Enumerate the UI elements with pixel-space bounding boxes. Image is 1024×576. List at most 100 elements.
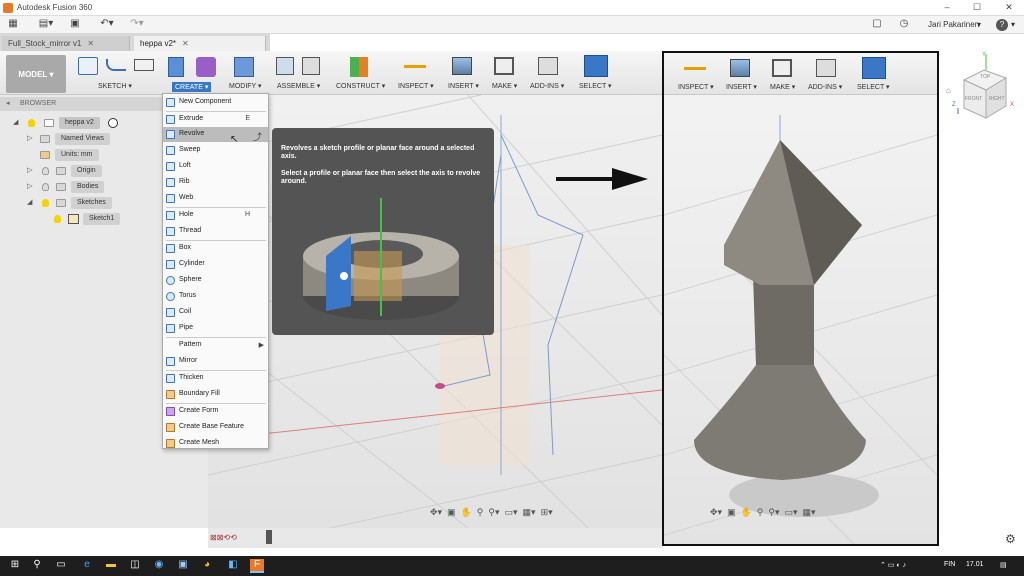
toolbar-construct[interactable]: CONSTRUCT ▾ (336, 82, 385, 90)
clock-time[interactable]: 17.01 (966, 561, 984, 568)
toolbar-add-ins[interactable]: ADD-INS ▾ (530, 82, 564, 90)
close-icon[interactable]: ✕ (1002, 2, 1016, 13)
toolbar-create[interactable]: CREATE ▾ (172, 82, 212, 92)
menu-item-mirror[interactable]: Mirror (163, 354, 268, 369)
start-windows-icon[interactable]: ⊞ (8, 559, 22, 573)
toolbar-sketch[interactable]: SKETCH ▾ (98, 82, 132, 90)
create-sketch-icon[interactable] (78, 57, 98, 75)
help-icon[interactable]: ? (996, 19, 1008, 31)
expand-sketches-icon[interactable]: ◢ (27, 198, 32, 206)
expand-bodies-icon[interactable]: ▷ (27, 182, 32, 190)
user-name[interactable]: Jari Pakarinen (928, 20, 979, 29)
tab-heppa[interactable]: heppa v2* ✕ (134, 36, 266, 51)
orbit-icon[interactable]: ✥▾ (430, 507, 442, 518)
notification-icon[interactable]: ▤ (1000, 561, 1007, 569)
menu-item-hole[interactable]: Hole H (163, 208, 268, 223)
menu-item-create-form[interactable]: Create Form (163, 404, 268, 419)
pin-icon[interactable]: ⤴ (253, 130, 262, 143)
visibility-bulb-icon[interactable] (42, 199, 49, 207)
display-settings-icon[interactable]: ▭▾ (505, 507, 518, 518)
tab-close-icon[interactable]: ✕ (182, 39, 189, 48)
menu-item-thread[interactable]: Thread (163, 224, 268, 239)
rectangle-icon[interactable] (134, 59, 154, 71)
menu-item-cylinder[interactable]: Cylinder (163, 257, 268, 272)
viewports-icon[interactable]: ⊞▾ (541, 507, 553, 518)
visibility-bulb-icon[interactable] (42, 183, 49, 191)
viewcube-front[interactable]: FRONT (965, 96, 982, 102)
data-panel-grid-icon[interactable]: ▦ (6, 18, 20, 31)
menu-item-extrude[interactable]: Extrude E (163, 112, 268, 127)
fit-icon[interactable]: ⚲▾ (488, 507, 499, 518)
minimize-icon[interactable]: – (940, 2, 954, 12)
menu-item-create-base-feature[interactable]: Create Base Feature (163, 420, 268, 435)
expand-named-views-icon[interactable]: ▷ (27, 134, 32, 142)
select-icon[interactable] (584, 55, 608, 77)
measure-icon[interactable] (404, 65, 426, 68)
edge-browser-icon[interactable]: e (80, 559, 94, 573)
menu-item-sphere[interactable]: Sphere (163, 273, 268, 288)
menu-item-rib[interactable]: Rib (163, 175, 268, 190)
app-icon[interactable]: ◉ (152, 559, 166, 573)
menu-item-torus[interactable]: Torus (163, 289, 268, 304)
new-component-icon[interactable] (276, 57, 294, 75)
task-view-icon[interactable]: ▭ (54, 559, 68, 573)
search-icon[interactable]: ⚲ (30, 559, 44, 573)
pan-icon[interactable]: ✋ (461, 507, 472, 518)
app-icon[interactable]: ▣ (176, 559, 190, 573)
menu-item-revolve[interactable]: Revolve ⤴ (163, 127, 268, 142)
undo-icon[interactable]: ↶▾ (96, 18, 118, 31)
menu-item-web[interactable]: Web (163, 191, 268, 206)
help-dropdown-icon[interactable]: ▾ (1011, 20, 1015, 29)
line-icon[interactable] (106, 59, 126, 71)
browser-item-root[interactable]: heppa v2 (59, 117, 100, 129)
visibility-bulb-icon[interactable] (54, 215, 61, 223)
visibility-bulb-icon[interactable] (42, 167, 49, 175)
browser-item-sketches[interactable]: Sketches (71, 197, 112, 209)
activate-radio-icon[interactable] (108, 118, 118, 128)
app-icon[interactable]: ◧ (226, 559, 240, 573)
toolbar-select[interactable]: SELECT ▾ (579, 82, 612, 90)
workspace-switcher[interactable]: MODEL ▾ (6, 55, 66, 93)
expand-root-icon[interactable]: ◢ (13, 118, 18, 126)
toolbar-insert[interactable]: INSERT ▾ (448, 82, 479, 90)
menu-item-pipe[interactable]: Pipe (163, 321, 268, 336)
file-explorer-icon[interactable]: ▬ (104, 559, 118, 573)
fusion-taskbar-icon[interactable]: F (250, 559, 264, 573)
timeline-marker[interactable] (266, 530, 272, 544)
origin-point[interactable] (435, 383, 445, 389)
viewcube-right[interactable]: RIGHT (989, 96, 1005, 102)
viewcube-graphic[interactable] (944, 52, 1024, 132)
menu-item-boundary-fill[interactable]: Boundary Fill (163, 387, 268, 402)
chrome-icon[interactable]: ◕ (200, 559, 214, 573)
menu-item-new-component[interactable]: New Component (163, 95, 268, 110)
save-icon[interactable]: ▣ (68, 18, 82, 31)
tab-close-icon[interactable]: ✕ (87, 39, 94, 48)
browser-item-origin[interactable]: Origin (71, 165, 102, 177)
expand-origin-icon[interactable]: ▷ (27, 166, 32, 174)
browser-item-named-views[interactable]: Named Views (55, 133, 111, 145)
viewcube[interactable]: TOP FRONT RIGHT Y X Z ⌂ (944, 52, 1024, 132)
toolbar-make[interactable]: MAKE ▾ (492, 82, 517, 90)
offset-plane-icon[interactable] (350, 57, 368, 77)
redo-icon[interactable]: ↷▾ (126, 18, 148, 31)
toolbar-inspect[interactable]: INSPECT ▾ (398, 82, 434, 90)
toolbar-modify[interactable]: MODIFY ▾ (229, 82, 262, 90)
store-icon[interactable]: ◫ (128, 559, 142, 573)
input-language[interactable]: FIN (944, 561, 955, 568)
extrude-icon[interactable] (168, 57, 184, 77)
menu-item-coil[interactable]: Coil (163, 305, 268, 320)
browser-collapse-icon[interactable]: ◂ (6, 99, 10, 107)
timeline-step-icon[interactable]: ⊠⊠⟲⟲ (210, 533, 237, 542)
browser-item-bodies[interactable]: Bodies (71, 181, 105, 193)
menu-item-box[interactable]: Box (163, 241, 268, 256)
job-status-icon[interactable]: ▢ (870, 18, 884, 31)
joint-icon[interactable] (302, 57, 320, 75)
toolbar-assemble[interactable]: ASSEMBLE ▾ (277, 82, 320, 90)
user-dropdown-icon[interactable]: ▾ (977, 20, 981, 29)
file-menu-icon[interactable]: ▤▾ (36, 18, 56, 31)
scripts-icon[interactable] (538, 57, 558, 75)
browser-item-units[interactable]: Units: mm (55, 149, 99, 161)
clock-icon[interactable]: ◷ (897, 18, 911, 31)
browser-item-sketch1[interactable]: Sketch1 (83, 213, 121, 225)
result-canvas[interactable] (664, 95, 937, 544)
